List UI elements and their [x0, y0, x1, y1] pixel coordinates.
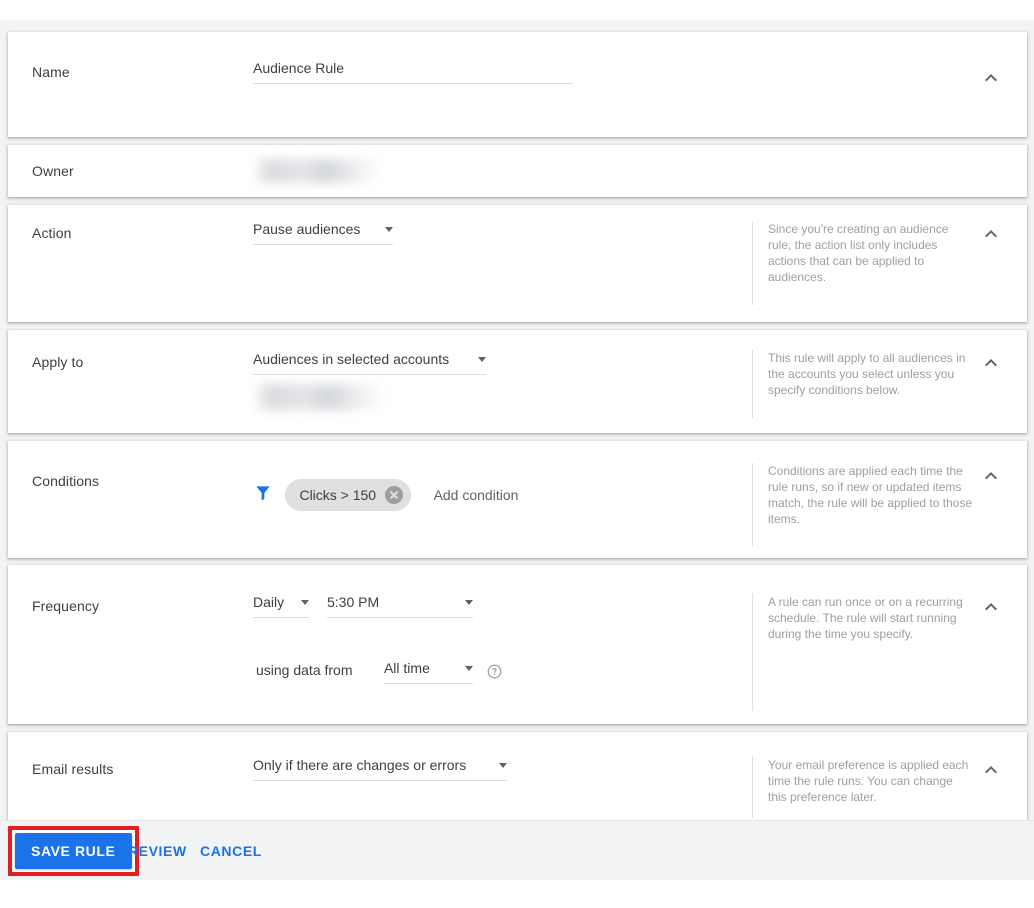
- condition-chip[interactable]: Clicks > 150: [285, 479, 412, 511]
- form-canvas: Name Owner Ac: [0, 20, 1034, 880]
- frequency-interval-control: Daily: [253, 593, 309, 618]
- frequency-data-range-select[interactable]: All time: [383, 659, 473, 684]
- section-card-apply-to: Apply to Audiences in selected accounts …: [8, 330, 1027, 433]
- chevron-down-icon: [385, 227, 393, 232]
- apply-to-control: Audiences in selected accounts: [253, 350, 486, 410]
- help-text-email-results: Your email preference is applied each ti…: [768, 758, 969, 804]
- action-bar: SAVE RULE PREVIEW CANCEL: [0, 820, 1034, 880]
- section-card-email-results: Email results Only if there are changes …: [8, 732, 1027, 828]
- chevron-down-icon: [301, 600, 309, 605]
- section-label-conditions: Conditions: [32, 473, 100, 489]
- frequency-data-range-value: All time: [383, 660, 430, 676]
- using-data-from-label: using data from: [256, 662, 353, 678]
- help-text-action: Since you're creating an audience rule, …: [768, 222, 949, 284]
- collapse-toggle-apply-to[interactable]: [979, 351, 1003, 375]
- audience-rule-editor: Name Owner Ac: [0, 0, 1034, 908]
- help-divider-frequency: [752, 593, 753, 711]
- frequency-interval-value: Daily: [253, 594, 285, 610]
- apply-to-select-value: Audiences in selected accounts: [253, 351, 450, 367]
- frequency-interval-select[interactable]: Daily: [253, 593, 309, 618]
- help-divider-action: [752, 221, 753, 305]
- filter-funnel-icon[interactable]: [253, 485, 277, 507]
- help-text-conditions: Conditions are applied each time the rul…: [768, 464, 973, 526]
- apply-to-select[interactable]: Audiences in selected accounts: [253, 350, 486, 375]
- rule-name-input[interactable]: [253, 60, 573, 84]
- help-circle-icon[interactable]: [487, 664, 502, 683]
- section-label-action: Action: [32, 225, 72, 241]
- frequency-data-range-control: using data from All time: [256, 659, 502, 684]
- frequency-time-control: 5:30 PM: [327, 593, 473, 618]
- name-control: [253, 60, 573, 84]
- section-card-conditions: Conditions Clicks > 150 Add condition Co…: [8, 441, 1027, 558]
- help-text-frequency: A rule can run once or on a recurring sc…: [768, 595, 963, 641]
- action-select-value: Pause audiences: [253, 221, 361, 237]
- chevron-down-icon: [478, 357, 486, 362]
- section-label-owner: Owner: [32, 163, 74, 179]
- collapse-toggle-name[interactable]: [979, 66, 1003, 90]
- condition-chip-label: Clicks > 150: [299, 487, 377, 503]
- collapse-toggle-action[interactable]: [979, 222, 1003, 246]
- section-label-name: Name: [32, 64, 70, 80]
- action-control: Pause audiences: [253, 220, 393, 245]
- bottom-white-strip: [0, 880, 1034, 908]
- conditions-control: Clicks > 150 Add condition: [253, 479, 518, 511]
- section-label-frequency: Frequency: [32, 598, 100, 614]
- email-results-control: Only if there are changes or errors: [253, 756, 507, 781]
- frequency-time-select[interactable]: 5:30 PM: [327, 593, 473, 618]
- apply-to-redacted-accounts: [253, 384, 385, 410]
- section-label-apply-to: Apply to: [32, 354, 84, 370]
- chevron-down-icon: [499, 763, 507, 768]
- help-text-apply-to: This rule will apply to all audiences in…: [768, 351, 966, 397]
- frequency-time-value: 5:30 PM: [327, 594, 380, 610]
- collapse-toggle-email-results[interactable]: [979, 758, 1003, 782]
- top-white-strip: [0, 0, 1034, 20]
- collapse-toggle-conditions[interactable]: [979, 464, 1003, 488]
- section-card-name: Name: [8, 32, 1027, 137]
- add-condition-button[interactable]: Add condition: [434, 487, 519, 503]
- owner-value: [253, 159, 381, 183]
- email-results-select[interactable]: Only if there are changes or errors: [253, 756, 507, 781]
- preview-button[interactable]: PREVIEW: [118, 843, 187, 859]
- section-card-action: Action Pause audiences Since you're crea…: [8, 205, 1027, 322]
- chevron-down-icon: [465, 600, 473, 605]
- action-select[interactable]: Pause audiences: [253, 220, 393, 245]
- cancel-button[interactable]: CANCEL: [200, 843, 262, 859]
- help-divider-conditions: [752, 463, 753, 547]
- collapse-toggle-frequency[interactable]: [979, 595, 1003, 619]
- section-card-frequency: Frequency Daily 5:30 PM using data from: [8, 565, 1027, 724]
- save-rule-button[interactable]: SAVE RULE: [15, 833, 132, 869]
- owner-redacted-value: [253, 159, 381, 183]
- help-divider-email-results: [752, 756, 753, 818]
- section-label-email-results: Email results: [32, 761, 114, 777]
- chip-remove-icon[interactable]: [385, 486, 404, 504]
- help-divider-apply-to: [752, 350, 753, 418]
- email-results-select-value: Only if there are changes or errors: [253, 757, 467, 773]
- section-card-owner: Owner: [8, 145, 1027, 197]
- chevron-down-icon: [464, 666, 473, 671]
